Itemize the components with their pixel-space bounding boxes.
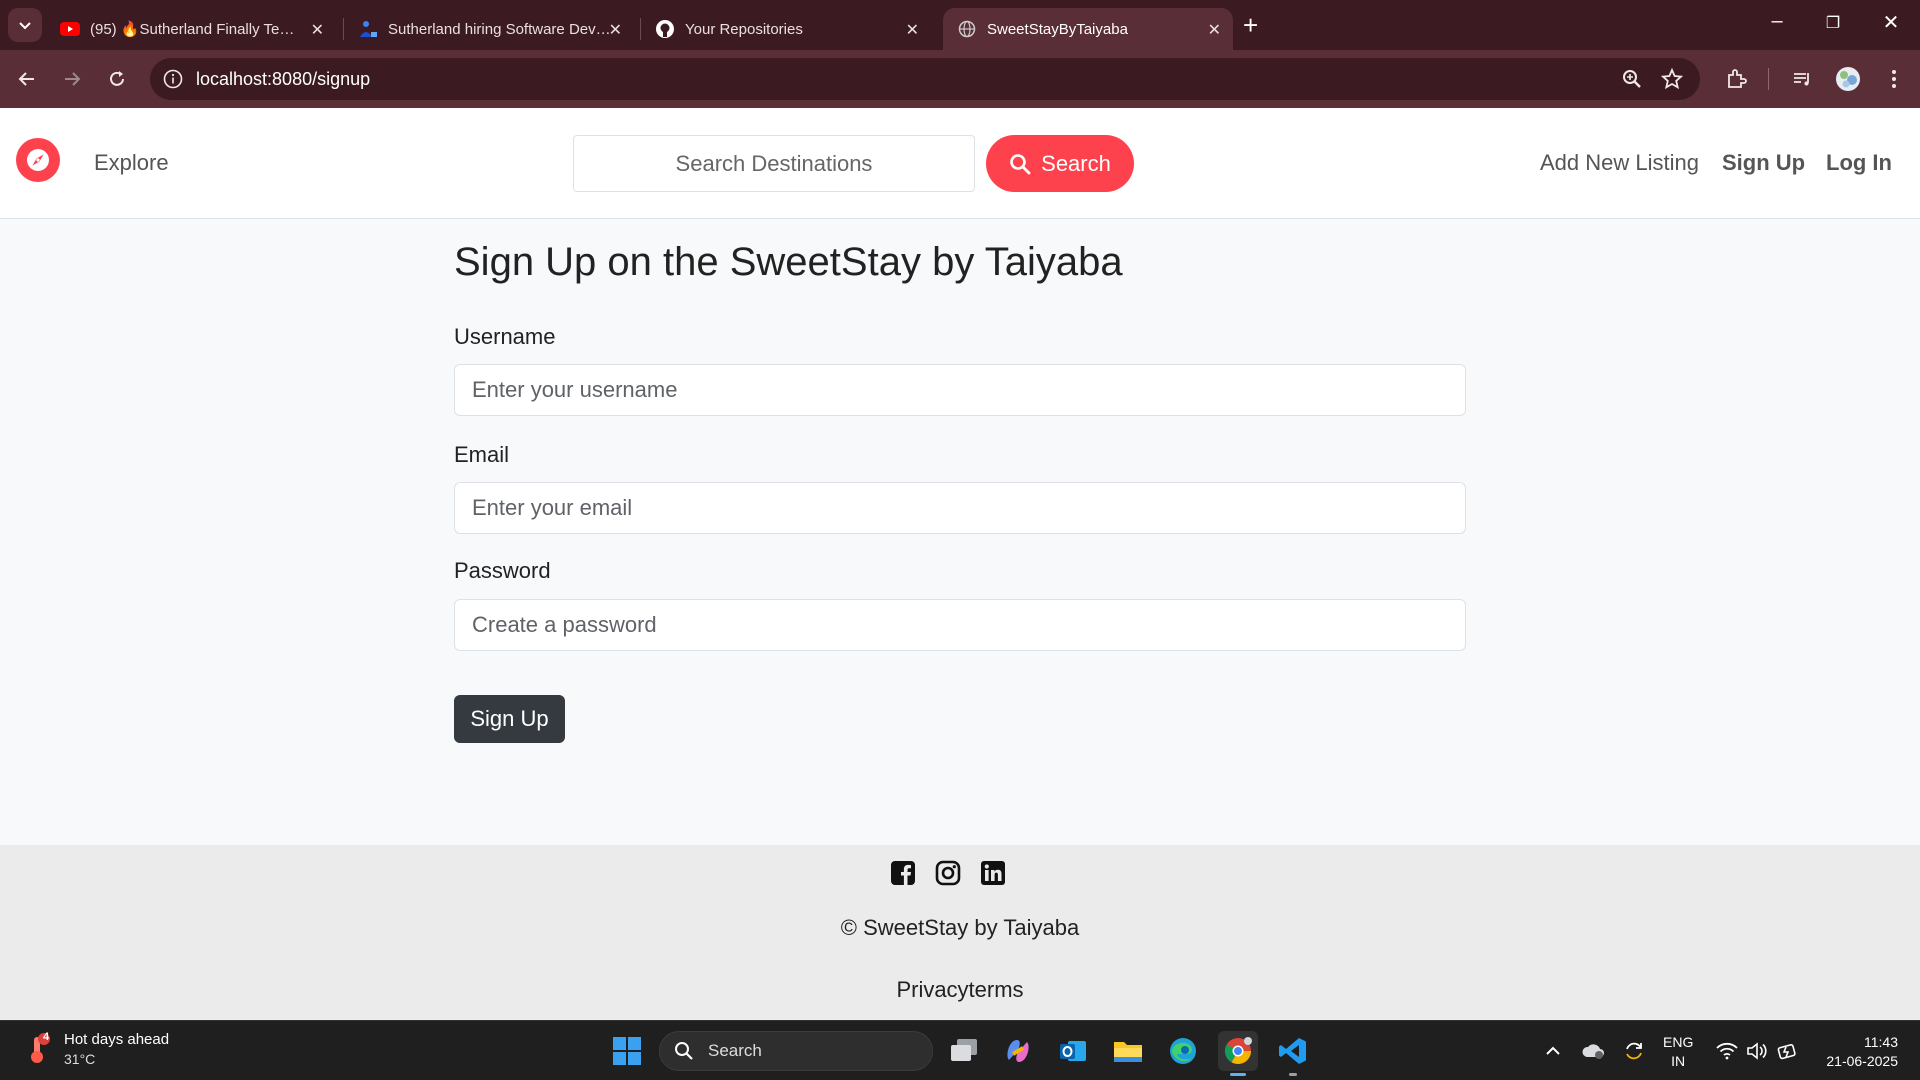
vscode-icon[interactable] (1273, 1031, 1313, 1071)
site-footer: © SweetStay by Taiyaba Privacyterms (0, 845, 1920, 1020)
search-button-label: Search (1041, 150, 1111, 176)
close-tab-icon[interactable]: ✕ (906, 20, 919, 40)
site-navbar: Explore Search Add New Listing Sign Up L… (0, 108, 1920, 219)
toolbar-divider (1768, 68, 1769, 90)
privacy-terms-links[interactable]: Privacyterms (0, 977, 1920, 1003)
add-new-listing-link[interactable]: Add New Listing (1540, 150, 1699, 176)
chrome-icon[interactable] (1218, 1031, 1258, 1071)
tab-title: (95) 🔥Sutherland Finally Tech Hiring (90, 21, 295, 38)
windows-taskbar: 4 Hot days ahead 31°C Search ENG IN 11:4… (0, 1020, 1920, 1080)
zoom-icon[interactable] (1621, 68, 1643, 90)
close-window-icon[interactable]: ✕ (1876, 10, 1906, 35)
password-input[interactable] (454, 599, 1466, 651)
close-tab-icon[interactable]: ✕ (1208, 20, 1221, 40)
profile-avatar[interactable] (1833, 64, 1863, 94)
tab-title: Your Repositories (685, 20, 803, 38)
facebook-icon[interactable] (890, 860, 918, 888)
back-icon[interactable] (12, 64, 42, 94)
system-clock[interactable]: 11:43 21-06-2025 (1808, 1033, 1898, 1071)
tab-title: Sutherland hiring Software Developer (388, 20, 613, 38)
outlook-icon[interactable] (1053, 1031, 1093, 1071)
password-label: Password (454, 558, 551, 583)
tab-sweetstay-active[interactable]: SweetStayByTaiyaba ✕ (943, 8, 1233, 50)
tab-github[interactable]: Your Repositories ✕ (641, 8, 931, 50)
page-title: Sign Up on the SweetStay by Taiyaba (454, 240, 1123, 284)
extensions-icon[interactable] (1721, 64, 1751, 94)
copilot-icon[interactable] (998, 1031, 1038, 1071)
reload-icon[interactable] (102, 64, 132, 94)
browser-tab-bar: (95) 🔥Sutherland Finally Tech Hiring ✕ S… (0, 0, 1920, 50)
search-destinations-input[interactable] (573, 135, 975, 192)
restore-icon[interactable]: ❐ (1818, 13, 1848, 33)
task-view-icon[interactable] (944, 1031, 984, 1071)
signup-link[interactable]: Sign Up (1722, 150, 1805, 176)
new-tab-button[interactable]: + (1243, 11, 1258, 39)
weather-title: Hot days ahead (64, 1031, 170, 1048)
clock-time: 11:43 (1864, 1034, 1898, 1050)
language-region: IN (1671, 1053, 1686, 1069)
search-icon (675, 1042, 693, 1060)
weather-temp: 31°C (64, 1051, 96, 1067)
close-tab-icon[interactable]: ✕ (311, 20, 324, 40)
chevron-down-icon (19, 22, 31, 30)
browser-toolbar: localhost:8080/signup (0, 50, 1920, 108)
weather-badge: 4 (42, 1031, 50, 1043)
bookmark-star-icon[interactable] (1660, 67, 1684, 90)
more-menu-icon[interactable] (1879, 64, 1909, 94)
clock-date: 21-06-2025 (1826, 1053, 1898, 1069)
language-indicator[interactable]: ENG IN (1663, 1033, 1693, 1071)
github-icon (655, 19, 675, 39)
tab-youtube[interactable]: (95) 🔥Sutherland Finally Tech Hiring ✕ (46, 8, 336, 50)
address-bar[interactable]: localhost:8080/signup (150, 58, 1700, 100)
job-icon (358, 19, 378, 39)
search-icon (1010, 153, 1031, 174)
linkedin-icon[interactable] (980, 860, 1008, 888)
tab-title: SweetStayByTaiyaba (987, 20, 1128, 38)
sync-icon[interactable] (1622, 1039, 1646, 1063)
email-label: Email (454, 442, 510, 467)
copyright-text: © SweetStay by Taiyaba (840, 915, 1080, 940)
login-link[interactable]: Log In (1826, 150, 1892, 176)
battery-icon[interactable] (1775, 1039, 1799, 1063)
url-text: localhost:8080/signup (196, 69, 371, 89)
media-controls-icon[interactable] (1787, 64, 1817, 94)
windows-start-icon[interactable] (607, 1031, 647, 1071)
forward-icon[interactable] (57, 64, 87, 94)
volume-icon[interactable] (1745, 1039, 1769, 1063)
compass-logo-icon[interactable] (16, 138, 60, 182)
chrome-active-indicator (1230, 1073, 1246, 1076)
search-button[interactable]: Search (986, 135, 1134, 192)
language-code: ENG (1663, 1034, 1694, 1050)
username-input[interactable] (454, 364, 1466, 416)
taskbar-search[interactable]: Search (659, 1031, 933, 1071)
explore-link[interactable]: Explore (94, 150, 169, 176)
file-explorer-icon[interactable] (1108, 1031, 1148, 1071)
minimize-icon[interactable]: – (1762, 10, 1792, 33)
instagram-icon[interactable] (935, 860, 963, 888)
globe-icon (957, 19, 977, 39)
signup-submit-button[interactable]: Sign Up (454, 695, 565, 743)
edge-icon[interactable] (1163, 1031, 1203, 1071)
site-info-icon[interactable] (162, 68, 184, 90)
tab-sutherland[interactable]: Sutherland hiring Software Developer ✕ (344, 8, 634, 50)
onedrive-icon[interactable] (1581, 1039, 1605, 1063)
close-tab-icon[interactable]: ✕ (609, 20, 622, 40)
taskbar-search-label: Search (708, 1041, 762, 1060)
show-hidden-icons-chevron-up-icon[interactable] (1541, 1039, 1565, 1063)
email-input[interactable] (454, 482, 1466, 534)
vscode-running-indicator (1289, 1073, 1297, 1076)
tab-search-button[interactable] (8, 8, 42, 42)
youtube-icon (60, 19, 80, 39)
username-label: Username (454, 324, 556, 349)
wifi-icon[interactable] (1715, 1039, 1739, 1063)
